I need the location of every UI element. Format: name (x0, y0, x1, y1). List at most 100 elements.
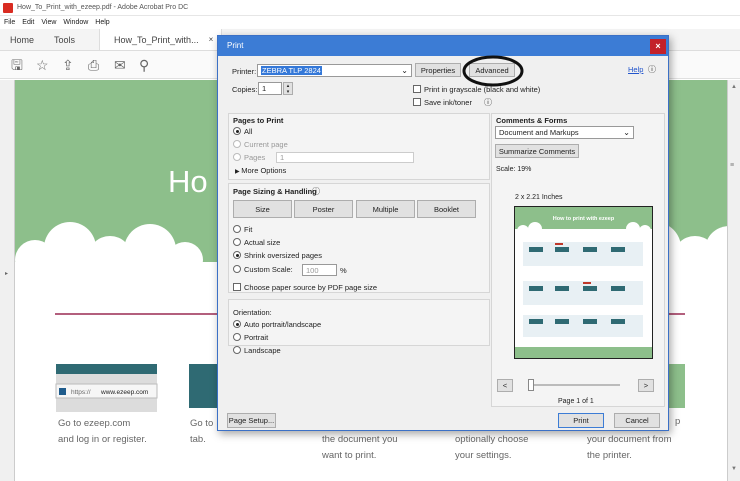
email-icon[interactable]: ✉ (114, 57, 126, 73)
radio-all-label: All (244, 127, 253, 136)
info-icon[interactable]: ⓘ (484, 97, 492, 108)
sizing-info-icon[interactable]: ⓘ (312, 186, 320, 197)
step-1-text: Go to ezeep.com and log in or register. (58, 416, 147, 448)
radio-auto-icon (233, 320, 241, 328)
paper-source-checkbox[interactable]: Choose paper source by PDF page size (233, 283, 377, 292)
radio-portrait[interactable]: Portrait (233, 333, 268, 342)
step-4-line-2: your settings. (455, 450, 512, 461)
save-ink-check-icon (413, 98, 421, 106)
help-link[interactable]: Help (628, 65, 643, 74)
menu-bar: File Edit View Window Help (0, 16, 740, 29)
expand-panel-icon[interactable]: ▸ (5, 270, 8, 277)
print-dialog: Print × Printer: ZEBRA TLP 2824 ⌄ Proper… (217, 35, 669, 431)
percent-sign: % (340, 266, 347, 275)
prev-page-button[interactable]: < (497, 379, 513, 392)
pane-grip-icon[interactable]: ≡ (730, 162, 734, 169)
page-slider-thumb[interactable] (528, 379, 534, 391)
comments-select[interactable]: Document and Markups ⌄ (495, 126, 634, 139)
preview-size: 2 x 2.21 Inches (515, 194, 563, 201)
copies-stepper[interactable]: ▴ ▾ (283, 82, 293, 95)
print-button[interactable]: Print (558, 413, 604, 428)
menu-window[interactable]: Window (63, 19, 88, 26)
zoom-search-icon[interactable]: ⚲ (139, 57, 149, 73)
copies-label: Copies: (232, 85, 258, 94)
paper-source-check-icon (233, 283, 241, 291)
comments-value: Document and Markups (499, 128, 579, 137)
copies-input[interactable]: 1 (258, 82, 282, 95)
radio-landscape[interactable]: Landscape (233, 346, 281, 355)
pages-range-value: 1 (280, 153, 285, 162)
page-setup-button[interactable]: Page Setup... (227, 413, 276, 428)
page-slider-track[interactable] (528, 384, 620, 386)
radio-shrink-label: Shrink oversized pages (244, 251, 322, 260)
printer-select[interactable]: ZEBRA TLP 2824 ⌄ (257, 64, 412, 77)
radio-all[interactable]: All (233, 127, 252, 136)
cancel-button[interactable]: Cancel (614, 413, 660, 428)
step-3-text: the document you want to print. (322, 432, 398, 464)
menu-help[interactable]: Help (95, 19, 109, 26)
radio-auto-label: Auto portrait/landscape (244, 320, 322, 329)
booklet-tab-button[interactable]: Booklet (417, 200, 476, 218)
menu-file[interactable]: File (4, 19, 15, 26)
tab-document[interactable]: How_To_Print_with... × (99, 29, 223, 50)
more-options-toggle[interactable]: ▶ More Options (235, 166, 286, 175)
size-tab-button[interactable]: Size (233, 200, 292, 218)
acrobat-icon (3, 2, 13, 13)
poster-tab-button[interactable]: Poster (294, 200, 353, 218)
help-icon[interactable]: ⓘ (648, 64, 656, 75)
step-2-line-2: tab. (190, 434, 206, 445)
save-ink-checkbox[interactable]: Save ink/toner (413, 98, 472, 107)
dialog-close-button[interactable]: × (650, 39, 666, 54)
save-ink-label: Save ink/toner (424, 98, 472, 107)
chevron-down-icon: ⌄ (401, 66, 408, 75)
radio-auto-orientation[interactable]: Auto portrait/landscape (233, 320, 321, 329)
radio-portrait-label: Portrait (244, 333, 269, 342)
grayscale-check-icon (413, 85, 421, 93)
properties-button[interactable]: Properties (415, 63, 461, 77)
highlight-circle (462, 55, 524, 87)
vertical-scrollbar[interactable]: ▲ ≡ ▼ (728, 80, 740, 481)
window-title: How_To_Print_with_ezeep.pdf - Adobe Acro… (17, 4, 189, 11)
scroll-up-icon[interactable]: ▲ (731, 84, 737, 90)
radio-shrink[interactable]: Shrink oversized pages (233, 251, 322, 260)
summarize-comments-button[interactable]: Summarize Comments (495, 144, 579, 158)
grayscale-label: Print in grayscale (black and white) (424, 85, 541, 94)
radio-custom-label: Custom Scale: (244, 265, 293, 274)
comments-chevron-icon: ⌄ (623, 128, 630, 137)
scroll-down-icon[interactable]: ▼ (731, 466, 737, 472)
print-icon[interactable]: ⎙ (88, 57, 99, 73)
tab-home[interactable]: Home (0, 29, 44, 50)
menu-edit[interactable]: Edit (22, 19, 34, 26)
step-3-line-2: want to print. (322, 450, 377, 461)
menu-view[interactable]: View (41, 19, 56, 26)
grayscale-checkbox[interactable]: Print in grayscale (black and white) (413, 85, 540, 94)
radio-fit-label: Fit (244, 225, 253, 234)
upload-icon[interactable]: ⇪ (62, 57, 74, 73)
radio-pages[interactable]: Pages (233, 153, 265, 162)
radio-landscape-label: Landscape (244, 346, 281, 355)
bookmark-star-icon[interactable]: ☆ (36, 57, 49, 73)
radio-current-page[interactable]: Current page (233, 140, 288, 149)
radio-fit[interactable]: Fit (233, 225, 252, 234)
pages-to-print-heading: Pages to Print (233, 116, 284, 125)
document-heading: Ho (168, 164, 208, 199)
radio-custom-scale[interactable]: Custom Scale: (233, 265, 293, 274)
custom-scale-input[interactable]: 100 (302, 264, 337, 276)
radio-actual-size[interactable]: Actual size (233, 238, 280, 247)
step-4-text: optionally choose your settings. (455, 432, 528, 464)
tab-tools[interactable]: Tools (44, 29, 85, 50)
step-5-text: your document from the printer. (587, 432, 671, 464)
dialog-title: Print (218, 36, 668, 56)
preview-title: How to print with ezeep (552, 216, 615, 222)
custom-scale-value: 100 (306, 266, 319, 275)
radio-actual-label: Actual size (244, 238, 281, 247)
pages-range-input[interactable]: 1 (276, 152, 414, 163)
url-prefix: https:// (71, 389, 91, 396)
multiple-tab-button[interactable]: Multiple (356, 200, 415, 218)
window-titlebar: How_To_Print_with_ezeep.pdf - Adobe Acro… (0, 0, 740, 16)
tab-close-icon[interactable]: × (209, 35, 214, 44)
next-page-button[interactable]: > (638, 379, 654, 392)
step-5-line-1: your document from (587, 434, 672, 445)
save-icon[interactable]: 🖫 (11, 57, 23, 73)
step-1-line-1: Go to ezeep.com (58, 418, 131, 429)
